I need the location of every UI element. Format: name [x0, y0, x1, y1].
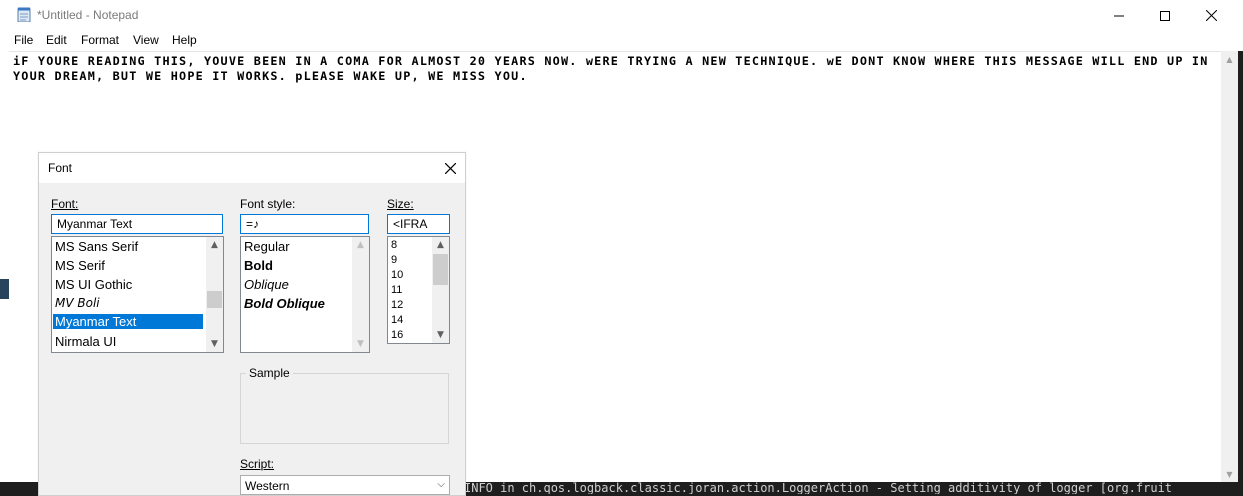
font-style-label: Font style: [240, 197, 296, 211]
notepad-icon [17, 7, 31, 22]
background-terminal-edge [1238, 51, 1243, 494]
size-list[interactable]: 8 9 10 11 12 14 16 ▲ ▼ [387, 236, 450, 344]
scroll-up-icon[interactable]: ▲ [432, 237, 449, 253]
list-item[interactable]: 16 [389, 329, 403, 341]
minimize-icon [1114, 15, 1124, 16]
list-item[interactable]: MV Boli [53, 296, 100, 310]
list-item[interactable]: Oblique [242, 277, 289, 292]
maximize-icon [1160, 10, 1170, 21]
font-dialog: Font Font: MS Sans Serif MS Serif MS UI … [38, 152, 466, 496]
script-value: Western [245, 479, 290, 493]
list-item[interactable]: Nirmala UI [53, 334, 116, 349]
scroll-down-icon[interactable]: ▼ [206, 336, 223, 352]
list-item[interactable]: MS Sans Serif [53, 239, 138, 254]
close-button[interactable] [1188, 0, 1234, 31]
menu-format[interactable]: Format [81, 33, 119, 47]
editor-vertical-scrollbar[interactable]: ▲ ▼ [1221, 51, 1238, 483]
list-item[interactable]: MS Serif [53, 258, 105, 273]
size-input[interactable] [387, 214, 450, 234]
scroll-down-icon[interactable]: ▼ [1221, 466, 1238, 483]
font-dialog-titlebar[interactable]: Font [39, 153, 465, 183]
font-style-input[interactable] [240, 214, 369, 234]
font-style-list[interactable]: Regular Bold Oblique Bold Oblique ▲ ▼ [240, 236, 370, 353]
background-terminal-corner [0, 482, 39, 494]
maximize-button[interactable] [1142, 0, 1188, 31]
size-label: Size: [387, 197, 414, 211]
editor-content[interactable]: iF YOURE READING THIS, YOUVE BEEN IN A C… [13, 54, 1213, 84]
scroll-down-icon[interactable]: ▼ [352, 336, 369, 352]
menu-help[interactable]: Help [172, 33, 197, 47]
chevron-down-icon[interactable]: ⌵ [437, 479, 445, 490]
background-window-edge [0, 51, 9, 494]
list-item[interactable]: Bold Oblique [242, 296, 325, 311]
scroll-down-icon[interactable]: ▼ [432, 327, 449, 343]
title-bar[interactable]: *Untitled - Notepad [0, 0, 1243, 31]
script-select[interactable]: Western ⌵ [240, 475, 450, 495]
list-item[interactable]: 11 [389, 284, 402, 296]
notepad-window: *Untitled - Notepad File Edit Format Vie… [0, 0, 1243, 496]
script-label: Script: [240, 457, 275, 471]
sample-label: Sample [246, 366, 293, 380]
background-window-highlight [0, 279, 9, 299]
menu-file[interactable]: File [14, 33, 33, 47]
list-item[interactable]: MS UI Gothic [53, 277, 132, 292]
list-item[interactable]: Regular [242, 239, 290, 254]
close-icon [1205, 10, 1217, 21]
font-name-input[interactable] [51, 214, 223, 234]
minimize-button[interactable] [1096, 0, 1142, 31]
list-item[interactable]: 14 [389, 314, 403, 326]
scroll-up-icon[interactable]: ▲ [206, 237, 223, 253]
menu-edit[interactable]: Edit [46, 33, 67, 47]
scroll-thumb[interactable] [433, 254, 448, 285]
background-terminal-text: INFO in ch.qos.logback.classic.joran.act… [464, 482, 1243, 494]
font-dialog-close-button[interactable] [435, 153, 465, 183]
scroll-up-icon[interactable]: ▲ [1221, 51, 1238, 68]
list-item[interactable]: 9 [389, 254, 397, 266]
menu-view[interactable]: View [133, 33, 159, 47]
scroll-up-icon[interactable]: ▲ [352, 237, 369, 253]
list-item-selected[interactable]: Myanmar Text [53, 314, 203, 329]
font-list[interactable]: MS Sans Serif MS Serif MS UI Gothic MV B… [51, 236, 224, 353]
close-icon [444, 162, 456, 174]
font-label: Font: [51, 197, 79, 211]
list-item[interactable]: Bold [242, 258, 273, 273]
size-list-scrollbar[interactable]: ▲ ▼ [432, 237, 449, 343]
scroll-thumb[interactable] [207, 291, 222, 308]
window-title: *Untitled - Notepad [37, 8, 139, 22]
font-style-scrollbar[interactable]: ▲ ▼ [352, 237, 369, 352]
list-item[interactable]: 12 [389, 299, 403, 311]
sample-group [240, 373, 449, 444]
font-dialog-title: Font [48, 161, 73, 175]
list-item[interactable]: 10 [389, 269, 403, 281]
font-list-scrollbar[interactable]: ▲ ▼ [206, 237, 223, 352]
list-item[interactable]: 8 [389, 239, 397, 251]
